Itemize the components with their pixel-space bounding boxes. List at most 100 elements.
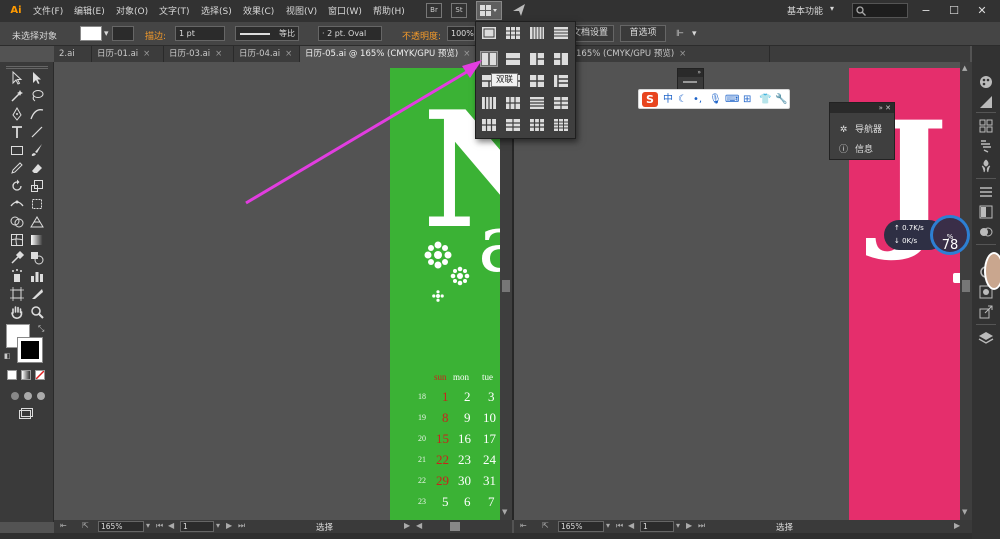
close-icon[interactable]: ×	[143, 49, 150, 59]
screen-mode-icon[interactable]	[17, 406, 33, 422]
collapse-icon[interactable]: ⇤	[60, 521, 67, 530]
lasso-tool-icon[interactable]	[29, 88, 45, 104]
color-palette-icon[interactable]	[978, 74, 994, 90]
left-document-canvas[interactable]: N a sun mon tue 18 1 2 3 19 8 9 10 20 15…	[54, 62, 512, 520]
tab-calendar-04[interactable]: 日历-04.ai ×	[234, 46, 300, 62]
play-icon[interactable]: ▶	[404, 521, 410, 530]
direct-selection-tool-icon[interactable]	[29, 70, 45, 86]
eraser-tool-icon[interactable]	[29, 160, 45, 176]
chevron-down-icon[interactable]: ▾	[830, 4, 834, 13]
keyboard-icon[interactable]: ⌨	[725, 92, 739, 108]
tab-right-document[interactable]: 165% (CMYK/GPU 预览) ×	[570, 46, 770, 62]
slice-tool-icon[interactable]	[29, 286, 45, 302]
scroll-thumb[interactable]	[962, 280, 970, 292]
menu-edit[interactable]: 编辑(E)	[74, 4, 105, 17]
color-mode-button[interactable]	[7, 370, 17, 380]
close-icon[interactable]: ×	[679, 49, 686, 59]
horizontal-scroll-thumb[interactable]	[450, 522, 460, 531]
page-field[interactable]: 1	[640, 521, 674, 532]
memory-usage-ring[interactable]: 78%	[930, 215, 970, 255]
color-guide-icon[interactable]	[978, 94, 994, 110]
close-button[interactable]: ✕	[970, 2, 994, 20]
export-icon[interactable]	[978, 304, 994, 320]
curvature-tool-icon[interactable]	[29, 106, 45, 122]
consolidate-all-icon[interactable]	[481, 26, 497, 40]
ime-mode[interactable]: 中	[663, 92, 673, 108]
scroll-left-icon[interactable]: ◀	[416, 521, 422, 530]
menu-effect[interactable]: 效果(C)	[243, 4, 274, 17]
gradient-tool-icon[interactable]	[29, 232, 45, 248]
bridge-button[interactable]: Br	[426, 3, 442, 18]
perspective-grid-tool-icon[interactable]	[29, 214, 45, 230]
page-field[interactable]: 1	[180, 521, 214, 532]
tab-calendar-01[interactable]: 日历-01.ai ×	[92, 46, 164, 62]
align-icon[interactable]: ⊩	[676, 29, 684, 39]
four-up-columns-icon[interactable]	[481, 96, 497, 110]
chevron-down-icon[interactable]: ▾	[692, 29, 697, 39]
right-vertical-scrollbar[interactable]: ▲ ▼	[960, 62, 972, 520]
tile-all-grid-icon[interactable]	[505, 26, 521, 40]
rotate-tool-icon[interactable]	[9, 178, 25, 194]
menu-file[interactable]: 文件(F)	[33, 4, 63, 17]
mesh-tool-icon[interactable]	[9, 232, 25, 248]
eyedropper-tool-icon[interactable]	[9, 250, 25, 266]
punctuation-icon[interactable]: •,	[693, 92, 702, 108]
hand-tool-icon[interactable]	[9, 304, 25, 320]
default-colors-icon[interactable]: ◧	[4, 352, 11, 360]
menu-window[interactable]: 窗口(W)	[328, 4, 362, 17]
send-icon[interactable]	[512, 3, 526, 17]
shape-builder-tool-icon[interactable]	[9, 214, 25, 230]
share-icon[interactable]: ⇱	[82, 521, 89, 530]
opacity-field[interactable]: 100%	[447, 26, 475, 41]
ime-toolbar[interactable]: S 中 ☾ •, 🎙 ⌨ ⊞ 👕 🔧	[638, 89, 790, 109]
scroll-down-arrow-icon[interactable]: ▼	[962, 508, 967, 516]
layers-icon[interactable]	[978, 330, 994, 346]
minimize-button[interactable]: −	[914, 2, 938, 20]
avatar[interactable]	[984, 252, 1000, 290]
scale-tool-icon[interactable]	[29, 178, 45, 194]
gradient-panel-icon[interactable]	[978, 204, 994, 220]
transparency-icon[interactable]	[978, 224, 994, 240]
close-icon[interactable]: ×	[285, 49, 292, 59]
preferences-button[interactable]: 首选项	[620, 25, 666, 42]
tile-all-columns-icon[interactable]	[529, 26, 545, 40]
collapse-icon[interactable]: ⇤	[520, 521, 527, 530]
scroll-down-arrow-icon[interactable]: ▼	[502, 508, 507, 516]
expand-icon[interactable]: »	[678, 69, 703, 77]
column-graph-tool-icon[interactable]	[29, 268, 45, 284]
paintbrush-tool-icon[interactable]	[29, 142, 45, 158]
chevron-down-icon[interactable]: ▾	[216, 521, 220, 530]
panel-header[interactable]: » ✕	[830, 103, 894, 113]
type-tool-icon[interactable]	[9, 124, 25, 140]
three-up-alt-icon[interactable]	[553, 52, 569, 66]
four-up-rows-icon[interactable]	[505, 96, 521, 110]
symbols-icon[interactable]	[978, 158, 994, 174]
six-up-alt-icon[interactable]	[553, 96, 569, 110]
chevron-down-icon[interactable]: ▾	[676, 521, 680, 530]
first-page-icon[interactable]: ⏮	[616, 521, 623, 531]
scroll-right-icon[interactable]: ▶	[954, 521, 960, 530]
pen-tool-icon[interactable]	[9, 106, 25, 122]
scroll-up-arrow-icon[interactable]: ▲	[962, 64, 967, 72]
width-tool-icon[interactable]	[9, 196, 25, 212]
tab-calendar-03[interactable]: 日历-03.ai ×	[164, 46, 234, 62]
prev-page-icon[interactable]: ◀	[628, 521, 634, 530]
nine-up-icon[interactable]	[529, 118, 545, 132]
search-input[interactable]	[852, 3, 908, 18]
draw-inside-icon[interactable]	[33, 388, 49, 404]
pencil-tool-icon[interactable]	[9, 160, 25, 176]
menu-view[interactable]: 视图(V)	[286, 4, 317, 17]
sogou-logo-icon[interactable]: S	[642, 92, 658, 107]
six-up-grid-icon[interactable]	[481, 118, 497, 132]
info-item[interactable]: ⓘ 信息	[838, 143, 873, 157]
panel-grip[interactable]	[683, 81, 697, 83]
tab-2[interactable]: 2.ai	[54, 46, 92, 62]
chevron-down-icon[interactable]: ▾	[606, 521, 610, 530]
wrench-icon[interactable]: 🔧	[775, 92, 787, 108]
brush-dropdown[interactable]: · 2 pt. Oval	[318, 26, 382, 41]
four-up-icon[interactable]	[529, 74, 545, 88]
menu-help[interactable]: 帮助(H)	[373, 4, 405, 17]
opacity-label[interactable]: 不透明度:	[402, 29, 441, 42]
last-page-icon[interactable]: ⏭	[238, 521, 245, 531]
swap-colors-icon[interactable]: ⤡	[38, 324, 44, 334]
